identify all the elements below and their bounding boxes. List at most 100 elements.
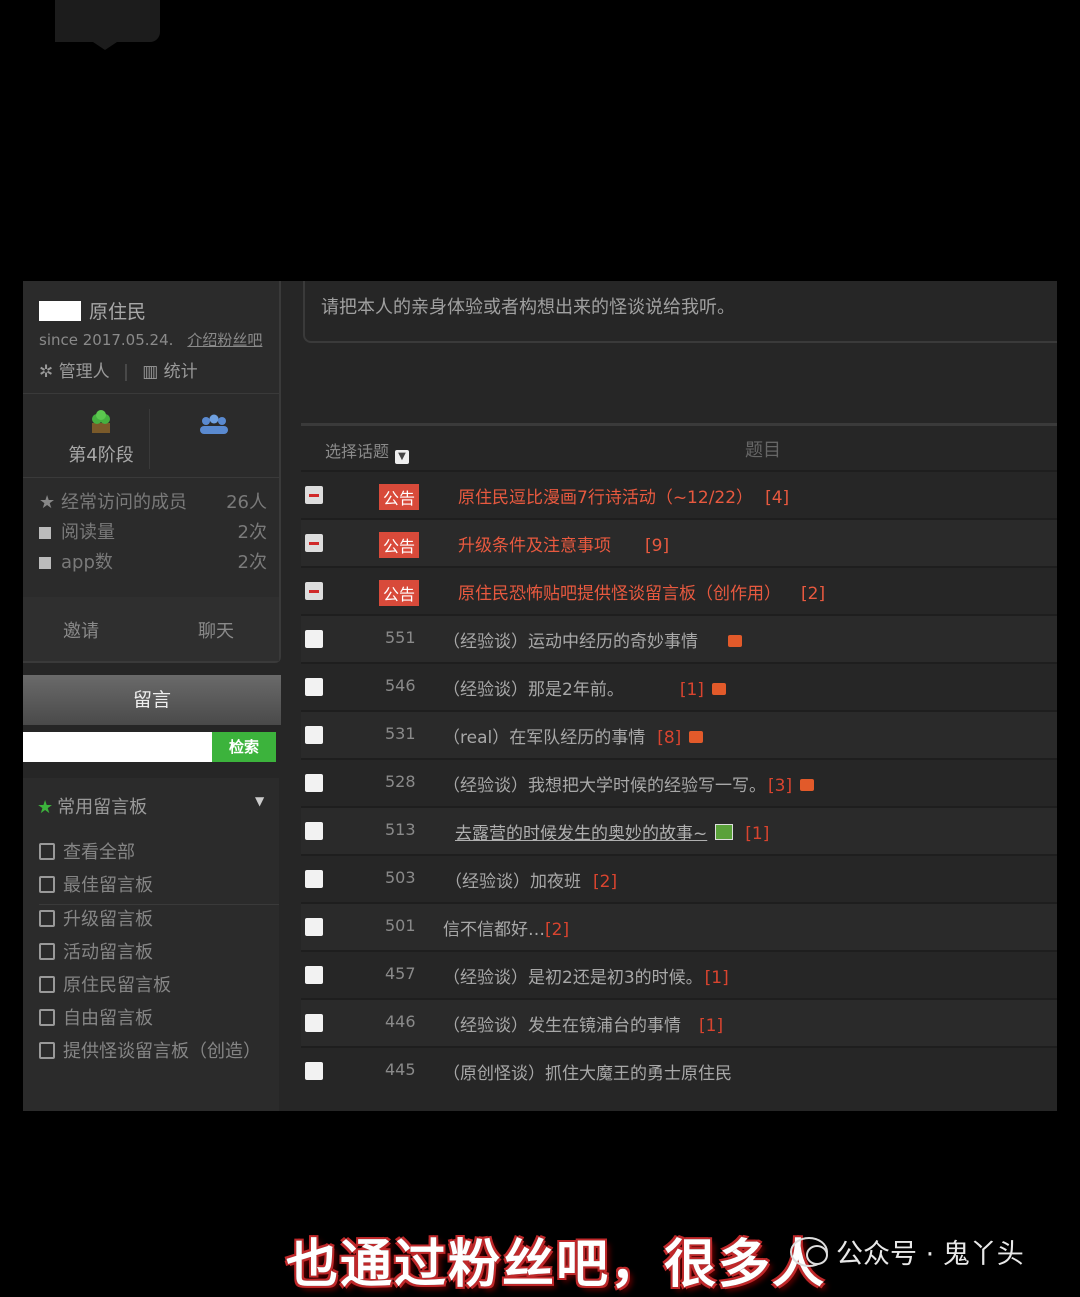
stat-value: 26人 bbox=[226, 492, 267, 513]
board-icon bbox=[39, 910, 55, 927]
comment-count: [1] bbox=[704, 968, 729, 988]
row-checkbox[interactable] bbox=[305, 966, 323, 984]
title-text: （原创怪谈）抓住大魔王的勇士原住民 bbox=[443, 1064, 732, 1084]
title-text: （经验谈）加夜班 bbox=[445, 872, 581, 892]
bar-chart-icon: ▥ bbox=[142, 362, 159, 382]
board-panel: ★ 常用留言板 ▼ 查看全部 最佳留言板 升级留言板 活动留言板 原住民留言板 自… bbox=[23, 778, 279, 1111]
board-item-event[interactable]: 活动留言板 bbox=[39, 938, 279, 971]
board-icon bbox=[39, 843, 55, 860]
chat-button[interactable]: 聊天 bbox=[198, 617, 234, 643]
table-row[interactable]: 528 （经验谈）我想把大学时候的经验写一写。 [3] bbox=[301, 758, 1057, 806]
title-text: 去露营的时候发生的奥妙的故事~ bbox=[455, 824, 708, 844]
post-title[interactable]: （原创怪谈）抓住大魔王的勇士原住民 bbox=[443, 1059, 732, 1084]
row-checkbox[interactable] bbox=[305, 1062, 323, 1080]
stage-label: 第4阶段 bbox=[68, 445, 134, 466]
post-title[interactable]: （经验谈）是初2还是初3的时候。 [1] bbox=[443, 963, 729, 988]
post-title[interactable]: （经验谈）加夜班 [2] bbox=[445, 867, 617, 892]
stat-label: 经常访问的成员 bbox=[61, 492, 187, 513]
board-item-ghost-stories[interactable]: 提供怪谈留言板（创造） bbox=[39, 1037, 279, 1070]
post-title[interactable]: （经验谈）我想把大学时候的经验写一写。 [3] bbox=[443, 771, 815, 796]
board-item-all[interactable]: 查看全部 bbox=[39, 838, 279, 871]
row-checkbox[interactable] bbox=[305, 1014, 323, 1032]
board-icon bbox=[39, 943, 55, 960]
table-row[interactable]: 446 （经验谈）发生在镜浦台的事情 [1] bbox=[301, 998, 1057, 1046]
row-checkbox[interactable] bbox=[305, 678, 323, 696]
post-number: 528 bbox=[385, 772, 416, 791]
notice-row[interactable]: 公告 升级条件及注意事项 [9] bbox=[301, 518, 1057, 566]
board-icon bbox=[39, 976, 55, 993]
post-number: 446 bbox=[385, 1012, 416, 1031]
post-title[interactable]: 去露营的时候发生的奥妙的故事~ [1] bbox=[455, 819, 769, 844]
row-checkbox[interactable] bbox=[305, 822, 323, 840]
post-title[interactable]: 原住民恐怖贴吧提供怪谈留言板（创作用） [2] bbox=[458, 579, 825, 604]
post-title[interactable]: （经验谈）发生在镜浦台的事情 [1] bbox=[443, 1011, 723, 1036]
table-row[interactable]: 531 （real）在军队经历的事情 [8] bbox=[301, 710, 1057, 758]
write-message-button[interactable]: 留言 bbox=[23, 675, 281, 725]
favorite-boards-header[interactable]: ★ 常用留言板 bbox=[37, 793, 147, 819]
avatar-placeholder bbox=[39, 301, 81, 321]
stats-link[interactable]: 统计 bbox=[164, 362, 198, 382]
star-icon: ★ bbox=[39, 492, 56, 513]
notice-checkbox[interactable] bbox=[305, 534, 323, 552]
board-icon bbox=[39, 876, 55, 893]
post-title[interactable]: （经验谈）那是2年前。 [1] bbox=[443, 675, 726, 700]
chevron-down-icon: ▼ bbox=[395, 450, 410, 464]
admin-row: ✲ 管理人 | ▥ 统计 bbox=[39, 357, 198, 382]
row-checkbox[interactable] bbox=[305, 870, 323, 888]
post-title[interactable]: 原住民逗比漫画7行诗活动（~12/22） [4] bbox=[458, 483, 789, 508]
square-icon bbox=[39, 557, 51, 569]
post-title[interactable]: 升级条件及注意事项 [9] bbox=[458, 531, 669, 556]
invite-button[interactable]: 邀请 bbox=[63, 617, 99, 643]
table-row[interactable]: 445 （原创怪谈）抓住大魔王的勇士原住民 bbox=[301, 1046, 1057, 1094]
title-text: （经验谈）运动中经历的奇妙事情 bbox=[443, 632, 698, 652]
board-item-natives[interactable]: 原住民留言板 bbox=[39, 971, 279, 1004]
row-checkbox[interactable] bbox=[305, 726, 323, 744]
members-icon[interactable] bbox=[198, 413, 230, 435]
stat-label: 阅读量 bbox=[61, 522, 115, 543]
post-number: 513 bbox=[385, 820, 416, 839]
search-button[interactable]: 检索 bbox=[212, 732, 276, 762]
board-item-best[interactable]: 最佳留言板 bbox=[39, 871, 279, 905]
table-row[interactable]: 513 去露营的时候发生的奥妙的故事~ [1] bbox=[301, 806, 1057, 854]
post-title[interactable]: （经验谈）运动中经历的奇妙事情 bbox=[443, 627, 742, 652]
board-item-free[interactable]: 自由留言板 bbox=[39, 1004, 279, 1037]
plant-level-icon bbox=[92, 410, 110, 433]
title-text: 原住民逗比漫画7行诗活动（~12/22） bbox=[458, 488, 754, 508]
watermark: 公众号 · 鬼丫头 bbox=[790, 1232, 1024, 1271]
notice-checkbox[interactable] bbox=[305, 486, 323, 504]
row-checkbox[interactable] bbox=[305, 774, 323, 792]
divider bbox=[23, 393, 279, 394]
post-table: 选择话题 ▼ 题目 公告 原住民逗比漫画7行诗活动（~12/22） [4] 公告 升级条… bbox=[301, 423, 1057, 1094]
notice-row[interactable]: 公告 原住民恐怖贴吧提供怪谈留言板（创作用） [2] bbox=[301, 566, 1057, 614]
new-icon bbox=[800, 779, 815, 791]
profile-panel: 原住民 since 2017.05.24. 介绍粉丝吧 ✲ 管理人 | ▥ 统计 … bbox=[23, 281, 281, 663]
post-title[interactable]: （real）在军队经历的事情 [8] bbox=[443, 723, 704, 748]
separator: | bbox=[123, 362, 129, 382]
post-title[interactable]: 信不信都好…[2] bbox=[443, 915, 569, 940]
comment-count: [2] bbox=[801, 584, 826, 604]
checkbox-icon bbox=[39, 527, 51, 539]
chevron-down-icon[interactable]: ▼ bbox=[255, 794, 264, 808]
intro-link[interactable]: 介绍粉丝吧 bbox=[187, 331, 262, 349]
favorites-label: 常用留言板 bbox=[57, 797, 148, 818]
edit-icon bbox=[39, 1009, 55, 1026]
row-checkbox[interactable] bbox=[305, 630, 323, 648]
table-row[interactable]: 551 （经验谈）运动中经历的奇妙事情 bbox=[301, 614, 1057, 662]
title-text: （经验谈）我想把大学时候的经验写一写。 bbox=[443, 776, 766, 796]
select-topic-dropdown[interactable]: 选择话题 ▼ bbox=[325, 438, 410, 464]
table-row[interactable]: 503 （经验谈）加夜班 [2] bbox=[301, 854, 1057, 902]
board-label: 自由留言板 bbox=[63, 1008, 153, 1029]
table-row[interactable]: 457 （经验谈）是初2还是初3的时候。 [1] bbox=[301, 950, 1057, 998]
search-input[interactable] bbox=[23, 732, 213, 762]
new-icon bbox=[689, 731, 704, 743]
stat-value: 2次 bbox=[237, 552, 267, 573]
description-text: 请把本人的亲身体验或者构想出来的怪谈说给我听。 bbox=[321, 297, 735, 318]
table-row[interactable]: 546 （经验谈）那是2年前。 [1] bbox=[301, 662, 1057, 710]
admin-link[interactable]: 管理人 bbox=[59, 362, 110, 382]
notice-row[interactable]: 公告 原住民逗比漫画7行诗活动（~12/22） [4] bbox=[301, 470, 1057, 518]
table-row[interactable]: 501 信不信都好…[2] bbox=[301, 902, 1057, 950]
board-item-upgrade[interactable]: 升级留言板 bbox=[39, 905, 279, 938]
row-checkbox[interactable] bbox=[305, 918, 323, 936]
notice-checkbox[interactable] bbox=[305, 582, 323, 600]
board-label: 最佳留言板 bbox=[63, 875, 153, 896]
